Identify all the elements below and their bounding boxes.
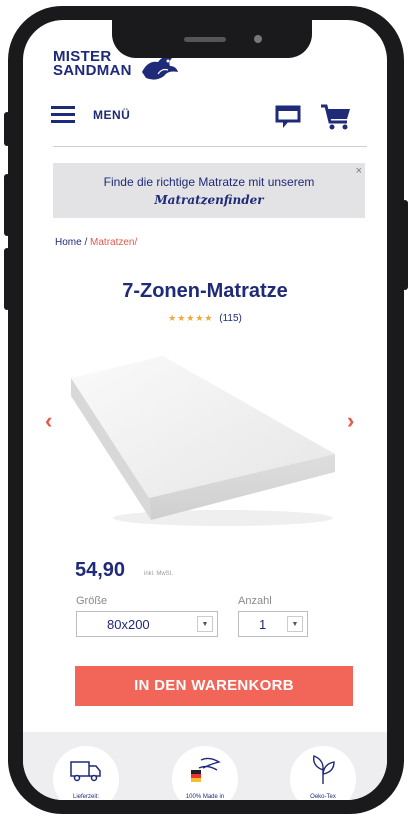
menu-toggle[interactable]: MENÜ <box>51 106 130 124</box>
size-value: 80x200 <box>107 617 150 632</box>
carousel-next-icon[interactable]: › <box>347 408 354 434</box>
leaf-icon <box>313 755 335 784</box>
close-icon[interactable]: × <box>356 165 362 177</box>
price-note: inkl. MwSt. <box>144 571 174 577</box>
front-camera <box>254 35 262 43</box>
feature-delivery-label: Lieferzeit: <box>72 794 99 800</box>
rating-count: (115) <box>219 313 242 324</box>
feature-made-in-label: 100% Made in <box>185 794 225 800</box>
rating-stars: ★★★★★ <box>168 313 214 323</box>
germany-tag-icon <box>191 757 221 782</box>
add-to-cart-button[interactable]: IN DEN WARENKORB <box>75 666 353 706</box>
finder-link[interactable]: Matratzenfinder <box>53 193 365 207</box>
chevron-down-icon: ▼ <box>287 616 303 632</box>
finder-text: Finde die richtige Matratze mit unserem <box>103 175 315 189</box>
speaker-grille <box>184 37 226 42</box>
quantity-value: 1 <box>259 617 267 632</box>
breadcrumb-current[interactable]: Matratzen/ <box>90 237 137 248</box>
size-select[interactable]: 80x200 ▼ <box>76 611 218 637</box>
product-image-mattress[interactable] <box>63 350 343 530</box>
feature-delivery: Lieferzeit: <box>53 746 119 800</box>
breadcrumb-separator: / <box>84 237 88 248</box>
mattress-finder-banner[interactable]: Finde die richtige Matratze mit unserem … <box>53 163 365 218</box>
feature-oeko-tex-label: Oeko-Tex <box>310 794 336 800</box>
chevron-down-icon: ▼ <box>197 616 213 632</box>
carousel-prev-icon[interactable]: ‹ <box>45 408 52 434</box>
breadcrumb-home[interactable]: Home <box>55 237 82 248</box>
size-label: Größe <box>76 595 108 607</box>
feature-oeko-tex: Oeko-Tex <box>290 746 356 800</box>
product-rating[interactable]: ★★★★★ (115) <box>23 313 387 324</box>
hamburger-icon <box>51 106 75 124</box>
truck-icon <box>70 761 101 782</box>
product-price: 54,90 <box>75 559 126 581</box>
phone-screen: MISTER SANDMAN MENÜ Finde die richtige M… <box>23 20 387 800</box>
quantity-select[interactable]: 1 ▼ <box>238 611 308 637</box>
site-logo[interactable]: MISTER SANDMAN <box>53 49 132 78</box>
cart-icon[interactable] <box>320 103 352 131</box>
menu-label: MENÜ <box>93 108 131 122</box>
chat-icon[interactable] <box>275 104 301 130</box>
feature-made-in: 100% Made in <box>172 746 238 800</box>
header-divider <box>53 146 367 147</box>
page-title: 7-Zonen-Matratze <box>122 280 288 302</box>
quantity-label: Anzahl <box>238 595 272 607</box>
features-strip: Lieferzeit: 100% Made in Oeko-Tex <box>23 732 387 800</box>
breadcrumb: Home / Matratzen/ <box>55 237 137 248</box>
phone-notch <box>112 20 312 58</box>
